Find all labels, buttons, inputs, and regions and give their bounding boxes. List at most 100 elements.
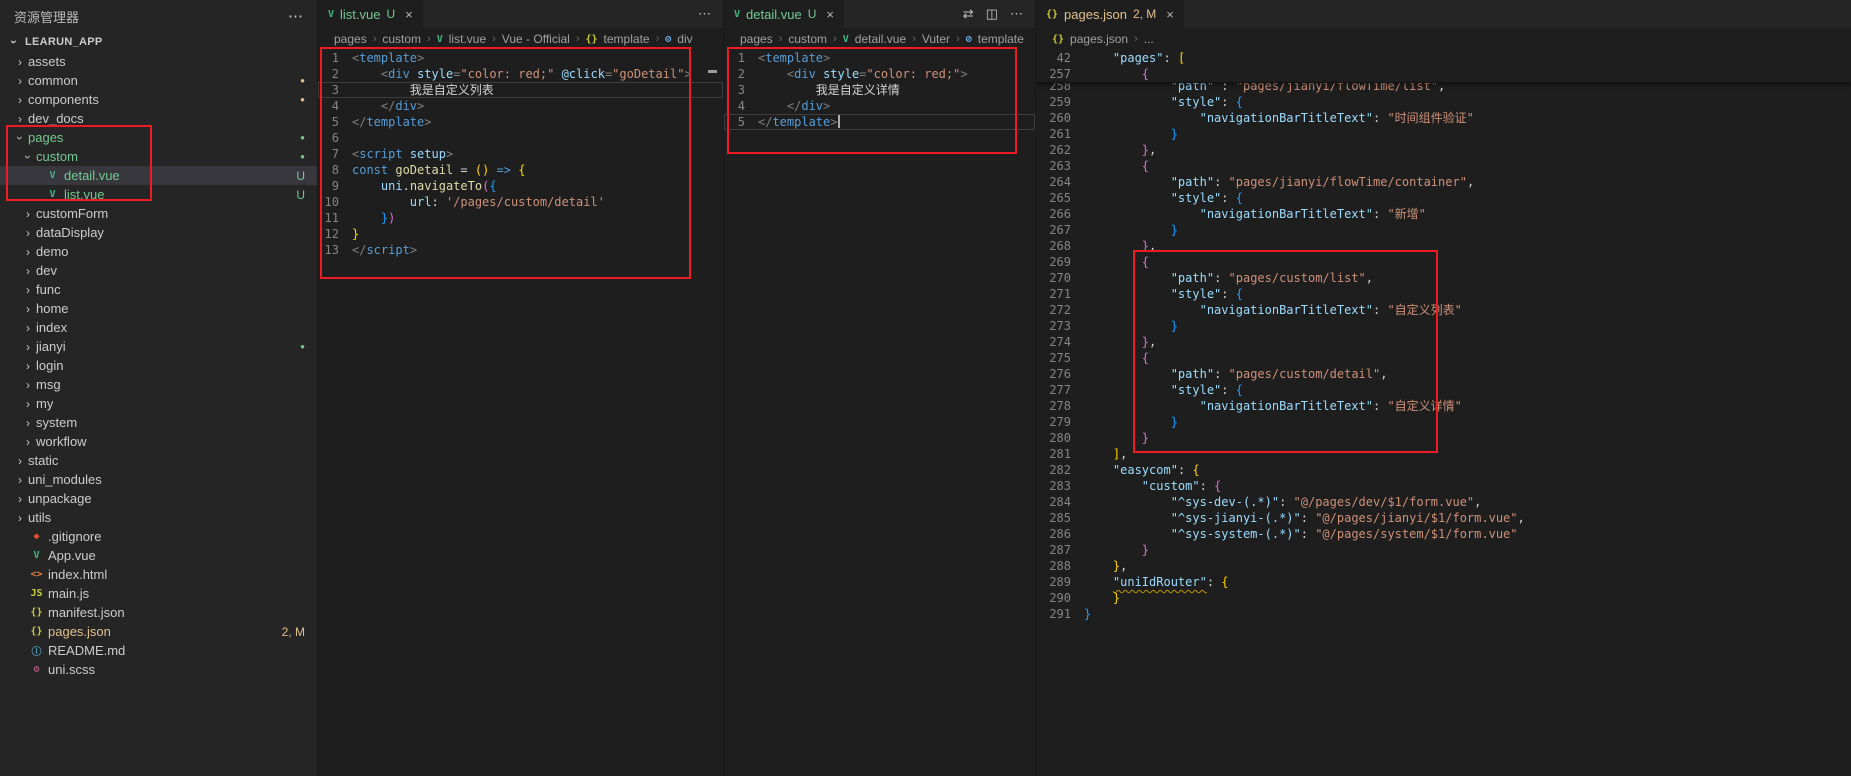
code-line: 287 } (1036, 542, 1851, 558)
tree-folder-workflow[interactable]: ›workflow (0, 432, 317, 451)
tree-folder-msg[interactable]: ›msg (0, 375, 317, 394)
tree-file-uni.scss[interactable]: ⚙uni.scss (0, 660, 317, 679)
close-icon[interactable]: × (1166, 7, 1174, 22)
breadcrumb-item[interactable]: ... (1144, 32, 1154, 46)
vue-file-icon: V (28, 550, 45, 561)
code-text: "path": "pages/custom/list", (1084, 270, 1373, 286)
line-number: 259 (1036, 94, 1084, 110)
tree-folder-unpackage[interactable]: ›unpackage (0, 489, 317, 508)
chevron-right-icon: › (956, 33, 960, 45)
breadcrumb-item[interactable]: Vuter (922, 32, 950, 46)
close-icon[interactable]: × (405, 7, 413, 22)
line-number: 9 (318, 178, 352, 194)
tab-list.vue[interactable]: Vlist.vueU× (318, 0, 423, 28)
line-number: 4 (724, 98, 758, 114)
tree-folder-login[interactable]: ›login (0, 356, 317, 375)
modified-dot-icon: ● (300, 133, 305, 142)
tree-folder-custom[interactable]: ›custom● (0, 147, 317, 166)
code-area[interactable]: 1<template>2 <div style="color: red;">3 … (724, 50, 1035, 776)
tree-file-pages.json[interactable]: {}pages.json2, M (0, 622, 317, 641)
breadcrumb-item[interactable]: detail.vue (855, 32, 906, 46)
breadcrumb-item[interactable]: Vue - Official (502, 32, 570, 46)
chevron-right-icon: › (12, 55, 28, 69)
md-file-icon: ⓘ (28, 643, 45, 658)
tree-folder-dev[interactable]: ›dev (0, 261, 317, 280)
tree-folder-dataDisplay[interactable]: ›dataDisplay (0, 223, 317, 242)
breadcrumb-item[interactable]: template (604, 32, 650, 46)
breadcrumb-item[interactable]: list.vue (449, 32, 486, 46)
tree-folder-uni_modules[interactable]: ›uni_modules (0, 470, 317, 489)
workspace-section-header[interactable]: › LEARUN_APP (0, 32, 317, 52)
tree-folder-demo[interactable]: ›demo (0, 242, 317, 261)
line-number: 277 (1036, 382, 1084, 398)
close-icon[interactable]: × (826, 7, 834, 22)
breadcrumb-item[interactable]: custom (788, 32, 827, 46)
tree-item-label: index.html (48, 567, 107, 582)
tree-folder-pages[interactable]: ›pages● (0, 128, 317, 147)
tree-item-label: manifest.json (48, 605, 125, 620)
code-line: 271 "style": { (1036, 286, 1851, 302)
editor-group-3: {}pages.json2, M×{}pages.json›...42 "pag… (1035, 0, 1851, 776)
code-area[interactable]: 42 "pages": [257 {258 "path" : "pages/ji… (1036, 50, 1851, 776)
line-number: 289 (1036, 574, 1084, 590)
breadcrumb-item[interactable]: div (677, 32, 692, 46)
breadcrumb-item[interactable]: pages.json (1070, 32, 1128, 46)
chevron-right-icon: › (20, 245, 36, 259)
code-line: 286 "^sys-system-(.*)": "@/pages/system/… (1036, 526, 1851, 542)
code-line: 276 "path": "pages/custom/detail", (1036, 366, 1851, 382)
tree-folder-index[interactable]: ›index (0, 318, 317, 337)
tree-folder-customForm[interactable]: ›customForm (0, 204, 317, 223)
tree-file-detail.vue[interactable]: Vdetail.vueU (0, 166, 317, 185)
vue-file-icon: V (44, 189, 61, 200)
code-text: "navigationBarTitleText": "新增" (1084, 206, 1426, 222)
tree-folder-system[interactable]: ›system (0, 413, 317, 432)
tree-file-App.vue[interactable]: VApp.vue (0, 546, 317, 565)
tree-file-list.vue[interactable]: Vlist.vueU (0, 185, 317, 204)
breadcrumb-item[interactable]: template (978, 32, 1024, 46)
more-actions-icon[interactable]: ⋯ (698, 6, 711, 22)
tree-folder-common[interactable]: ›common● (0, 71, 317, 90)
tree-item-label: list.vue (64, 187, 104, 202)
tree-file-manifest.json[interactable]: {}manifest.json (0, 603, 317, 622)
tree-file-README.md[interactable]: ⓘREADME.md (0, 641, 317, 660)
line-number: 11 (318, 210, 352, 226)
breadcrumb-item[interactable]: pages (334, 32, 367, 46)
tab-git-badge: 2, M (1133, 7, 1156, 21)
more-actions-icon[interactable]: ⋯ (1010, 6, 1023, 22)
code-line: 263 { (1036, 158, 1851, 174)
breadcrumb-item[interactable]: custom (382, 32, 421, 46)
line-number: 263 (1036, 158, 1084, 174)
tree-item-label: jianyi (36, 339, 66, 354)
tree-folder-components[interactable]: ›components● (0, 90, 317, 109)
tab-pages.json[interactable]: {}pages.json2, M× (1036, 0, 1184, 28)
tree-folder-dev_docs[interactable]: ›dev_docs (0, 109, 317, 128)
tree-folder-utils[interactable]: ›utils (0, 508, 317, 527)
tab-git-badge: U (808, 7, 817, 21)
code-area[interactable]: 1<template>2 <div style="color: red;" @c… (318, 50, 723, 776)
open-changes-icon[interactable]: ⇄ (963, 6, 974, 22)
tree-folder-static[interactable]: ›static (0, 451, 317, 470)
code-text: "style": { (1084, 382, 1243, 398)
tree-folder-func[interactable]: ›func (0, 280, 317, 299)
code-line: 291} (1036, 606, 1851, 622)
tree-item-label: login (36, 358, 63, 373)
tree-folder-jianyi[interactable]: ›jianyi● (0, 337, 317, 356)
tree-folder-home[interactable]: ›home (0, 299, 317, 318)
tree-file-index.html[interactable]: <>index.html (0, 565, 317, 584)
code-text: ], (1084, 446, 1127, 462)
tab-detail.vue[interactable]: Vdetail.vueU× (724, 0, 844, 28)
chevron-down-icon: › (13, 130, 27, 146)
views-more-actions-icon[interactable]: ⋯ (288, 7, 303, 25)
code-line: 12} (318, 226, 723, 242)
line-number: 271 (1036, 286, 1084, 302)
tree-folder-assets[interactable]: ›assets (0, 52, 317, 71)
split-editor-icon[interactable]: ◫ (986, 6, 998, 22)
code-line: 285 "^sys-jianyi-(.*)": "@/pages/jianyi/… (1036, 510, 1851, 526)
tree-file-main.js[interactable]: JSmain.js (0, 584, 317, 603)
line-number: 3 (724, 82, 758, 98)
tree-file-.gitignore[interactable]: ◆.gitignore (0, 527, 317, 546)
tree-folder-my[interactable]: ›my (0, 394, 317, 413)
breadcrumb-item[interactable]: pages (740, 32, 773, 46)
text-cursor (838, 115, 840, 128)
vscode-window: 资源管理器 ⋯ › LEARUN_APP ›assets›common●›com… (0, 0, 1851, 776)
